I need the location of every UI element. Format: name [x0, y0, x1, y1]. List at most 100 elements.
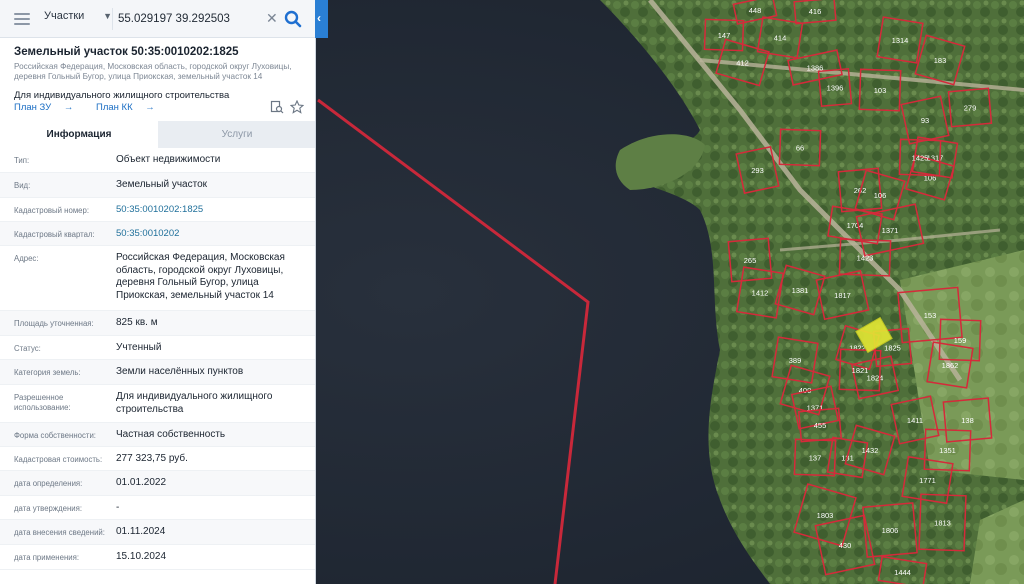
attribute-row: Форма собственности: Частная собственност…: [0, 423, 315, 447]
parcel-number-label: 430: [839, 541, 852, 550]
attribute-label: Кадастровый квартал:: [14, 230, 95, 239]
plan-kk-label: План КК: [96, 102, 133, 113]
layer-select[interactable]: Участки ▼: [44, 10, 112, 28]
attribute-value: 01.11.2024: [116, 526, 166, 537]
parcel-number-label: 1704: [847, 221, 864, 230]
attribute-value: -: [116, 502, 120, 513]
parcel-number-label: 1817: [834, 291, 851, 300]
attribute-value: Земельный участок: [116, 179, 208, 190]
parcel-number-label: 159: [954, 336, 967, 345]
tab-bar: Информация Услуги: [0, 121, 315, 148]
attribute-row: Кадастровый номер: 50:35:0010202:1825: [0, 198, 315, 222]
parcel-number-label: 1351: [939, 446, 956, 455]
attribute-table: Тип: Объект недвижимости Вид: Земельный уча…: [0, 148, 315, 570]
attribute-label: Разрешенное использование:: [14, 393, 71, 412]
parcel-number-label: 138: [961, 416, 974, 425]
attribute-value: Объект недвижимости: [116, 154, 221, 165]
parcel-number-label: 389: [789, 356, 802, 365]
attribute-label: Форма собственности:: [14, 431, 96, 440]
attribute-row: дата утверждения: -: [0, 496, 315, 520]
parcel-number-label: 1821: [852, 366, 869, 375]
info-panel: Участки ▼ ✕ Земельный участок 50:35:0010…: [0, 0, 316, 584]
parcel-header: Земельный участок 50:35:0010202:1825 Рос…: [14, 46, 306, 101]
collapse-panel-button[interactable]: ‹: [315, 0, 328, 38]
parcel-tools: [270, 99, 306, 119]
parcel-number-label: 416: [809, 7, 822, 16]
clear-icon[interactable]: ✕: [266, 9, 278, 27]
parcel-use: Для индивидуального жилищного строительс…: [14, 90, 230, 101]
attribute-value: Учтенный: [116, 342, 162, 353]
parcel-number-label: 1411: [907, 416, 923, 425]
attribute-row: Тип: Объект недвижимости: [0, 148, 315, 173]
attribute-value: Для индивидуального жилищного строительс…: [116, 391, 273, 415]
attribute-value: 15.10.2024: [116, 551, 167, 562]
attribute-value: Частная собственность: [116, 429, 226, 440]
parcel-number-label: 1412: [752, 289, 769, 298]
parcel-number-label: 1381: [792, 286, 809, 295]
parcel-number-label: 1371: [882, 226, 899, 235]
attribute-label: Площадь уточненная:: [14, 319, 94, 328]
document-search-icon[interactable]: [270, 100, 284, 119]
plan-links: План ЗУ → План КК →: [14, 102, 175, 113]
attribute-label: Адрес:: [14, 254, 39, 263]
attribute-label: дата применения:: [14, 553, 80, 562]
parcel-number-label: 455: [814, 421, 827, 430]
attribute-label: Кадастровый номер:: [14, 206, 90, 215]
parcel-number-label: 1825: [884, 344, 901, 353]
parcel-number-label: 183: [934, 56, 947, 65]
parcel-number-label: 1425: [912, 154, 929, 163]
search-icon[interactable]: [282, 8, 304, 30]
attribute-row: дата применения: 15.10.2024: [0, 545, 315, 570]
parcel-title: Земельный участок 50:35:0010202:1825: [14, 46, 239, 58]
tab-services[interactable]: Услуги: [158, 121, 315, 148]
layer-select-value: Участки: [44, 10, 85, 22]
parcel-number-label: 1314: [892, 36, 909, 45]
tab-information[interactable]: Информация: [0, 121, 158, 148]
search-bar: Участки ▼ ✕: [0, 0, 315, 38]
parcel-number-label: 1771: [919, 476, 936, 485]
plan-zu-link[interactable]: План ЗУ →: [14, 102, 83, 113]
attribute-label: Категория земель:: [14, 368, 81, 377]
menu-icon[interactable]: [14, 10, 30, 26]
attribute-value: Российская Федерация, Московская область…: [116, 252, 285, 301]
parcel-number-label: 448: [749, 6, 762, 15]
attribute-label: Кадастровая стоимость:: [14, 455, 103, 464]
attribute-value: 01.01.2022: [116, 477, 167, 488]
parcel-number-label: 1396: [827, 84, 844, 93]
chevron-down-icon: ▼: [103, 11, 112, 21]
attribute-row: Статус: Учтенный: [0, 336, 315, 360]
parcel-number-label: 106: [874, 191, 887, 200]
attribute-label: дата утверждения:: [14, 504, 83, 513]
attribute-label: Статус:: [14, 344, 41, 353]
parcel-number-label: 412: [736, 59, 749, 68]
attribute-label: дата определения:: [14, 479, 83, 488]
parcel-number-label: 1423: [857, 254, 874, 263]
attribute-row: дата определения: 01.01.2022: [0, 471, 315, 496]
parcel-number-label: 137: [809, 454, 822, 463]
attribute-row: Кадастровый квартал: 50:35:0010202: [0, 222, 315, 246]
parcel-number-label: 265: [744, 256, 757, 265]
parcel-address: Российская Федерация, Московская область…: [14, 62, 292, 81]
attribute-value: 277 323,75 руб.: [116, 453, 188, 464]
chevron-left-icon: ‹: [317, 11, 321, 25]
parcel-number-label: 1862: [942, 361, 959, 370]
attribute-row: Кадастровая стоимость: 277 323,75 руб.: [0, 447, 315, 471]
attribute-value: 825 кв. м: [116, 317, 158, 328]
parcel-number-label: 147: [718, 31, 731, 40]
attribute-value: Земли населённых пунктов: [116, 366, 244, 377]
search-input[interactable]: [118, 8, 268, 30]
attribute-value[interactable]: 50:35:0010202: [116, 228, 310, 241]
attribute-row: дата внесения сведений: 01.11.2024: [0, 520, 315, 545]
attribute-label: дата внесения сведений:: [14, 528, 105, 537]
parcel-number-label: 414: [774, 34, 787, 43]
attribute-row: Адрес: Российская Федерация, Московская о…: [0, 246, 315, 311]
star-icon[interactable]: [289, 99, 305, 119]
parcel-number-label: 1432: [862, 446, 879, 455]
attribute-value[interactable]: 50:35:0010202:1825: [116, 204, 310, 217]
plan-kk-link[interactable]: План КК →: [96, 102, 165, 113]
arrow-right-icon: →: [145, 102, 155, 113]
parcel-number-label: 66: [796, 144, 804, 153]
parcel-number-label: 1813: [934, 519, 951, 528]
attribute-row: Категория земель: Земли населённых пункто…: [0, 360, 315, 385]
parcel-number-label: 103: [874, 86, 887, 95]
